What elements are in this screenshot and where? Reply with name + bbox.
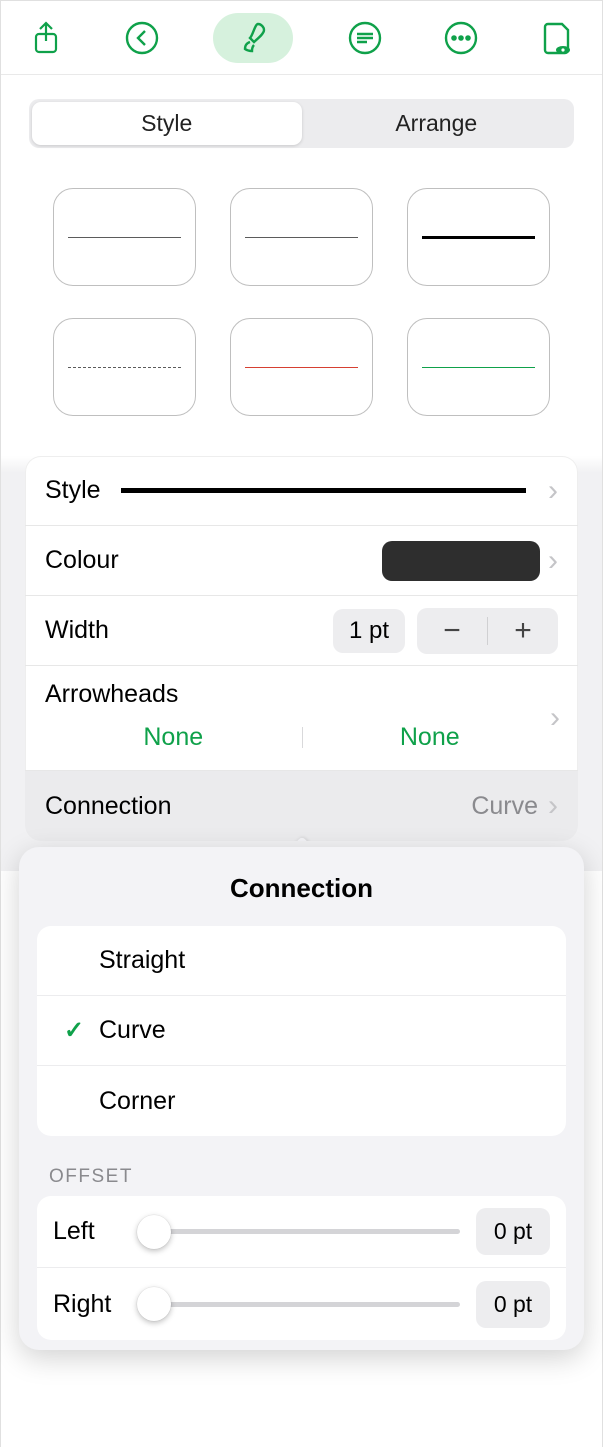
comment-button[interactable] <box>340 13 390 63</box>
connection-options-list: Straight ✓ Curve Corner <box>37 926 566 1136</box>
undo-button[interactable] <box>117 13 167 63</box>
offset-right-value[interactable]: 0 pt <box>476 1281 550 1328</box>
preset-5[interactable] <box>230 318 373 416</box>
more-button[interactable] <box>436 13 486 63</box>
arrowheads-label: Arrowheads <box>45 680 558 709</box>
offset-left-value[interactable]: 0 pt <box>476 1208 550 1255</box>
colour-swatch <box>382 541 540 581</box>
width-stepper: − + <box>417 608 558 654</box>
connection-option-straight[interactable]: Straight <box>37 926 566 996</box>
colour-label: Colour <box>45 546 119 575</box>
connection-option-corner[interactable]: Corner <box>37 1066 566 1136</box>
presenter-button[interactable] <box>532 13 582 63</box>
offset-right-row: Right 0 pt <box>37 1268 566 1340</box>
arrowhead-left-value: None <box>45 723 302 752</box>
tab-segmented-control: Style Arrange <box>1 75 602 148</box>
paintbrush-icon <box>236 20 270 56</box>
preset-3[interactable] <box>407 188 550 286</box>
colour-row[interactable]: Colour › <box>25 526 578 596</box>
connection-label: Connection <box>45 792 171 821</box>
offset-left-slider[interactable] <box>149 1215 460 1249</box>
format-button[interactable] <box>213 13 293 63</box>
share-icon <box>31 21 61 55</box>
chevron-right-icon: › <box>548 474 558 508</box>
width-increment-button[interactable]: + <box>488 608 558 654</box>
chevron-right-icon: › <box>548 789 558 823</box>
document-eye-icon <box>540 20 574 56</box>
comment-icon <box>347 20 383 56</box>
option-label: Corner <box>99 1087 175 1116</box>
width-decrement-button[interactable]: − <box>417 608 487 654</box>
width-value[interactable]: 1 pt <box>333 609 405 653</box>
offset-section-title: OFFSET <box>49 1166 554 1188</box>
line-properties-panel: Style › Colour › Width 1 pt − + Arrowhea… <box>25 456 578 841</box>
chevron-right-icon: › <box>548 544 558 578</box>
tab-style[interactable]: Style <box>32 102 302 145</box>
preset-2[interactable] <box>230 188 373 286</box>
style-label: Style <box>45 476 101 505</box>
line-presets-grid <box>1 148 602 426</box>
tab-arrange[interactable]: Arrange <box>302 102 572 145</box>
undo-icon <box>124 20 160 56</box>
offset-list: Left 0 pt Right 0 pt <box>37 1196 566 1340</box>
preset-4[interactable] <box>53 318 196 416</box>
connection-popup: Connection Straight ✓ Curve Corner OFFSE… <box>19 847 584 1350</box>
option-label: Curve <box>99 1016 166 1045</box>
preset-1[interactable] <box>53 188 196 286</box>
style-row[interactable]: Style › <box>25 456 578 526</box>
popup-pointer <box>286 828 318 841</box>
chevron-right-icon: › <box>550 701 560 735</box>
style-preview-line <box>121 488 526 493</box>
offset-right-slider[interactable] <box>149 1287 460 1321</box>
connection-popup-title: Connection <box>37 873 566 904</box>
more-icon <box>443 20 479 56</box>
offset-right-label: Right <box>53 1290 133 1319</box>
width-row: Width 1 pt − + <box>25 596 578 666</box>
connection-row[interactable]: Connection Curve › <box>25 771 578 841</box>
offset-left-row: Left 0 pt <box>37 1196 566 1268</box>
share-button[interactable] <box>21 13 71 63</box>
preset-6[interactable] <box>407 318 550 416</box>
width-label: Width <box>45 616 109 645</box>
checkmark-icon: ✓ <box>57 1016 91 1045</box>
option-label: Straight <box>99 946 185 975</box>
connection-option-curve[interactable]: ✓ Curve <box>37 996 566 1066</box>
arrowheads-row[interactable]: Arrowheads None None › <box>25 666 578 771</box>
top-toolbar <box>1 1 602 75</box>
arrowhead-right-value: None <box>302 723 559 752</box>
offset-left-label: Left <box>53 1217 133 1246</box>
connection-value: Curve <box>471 792 538 821</box>
